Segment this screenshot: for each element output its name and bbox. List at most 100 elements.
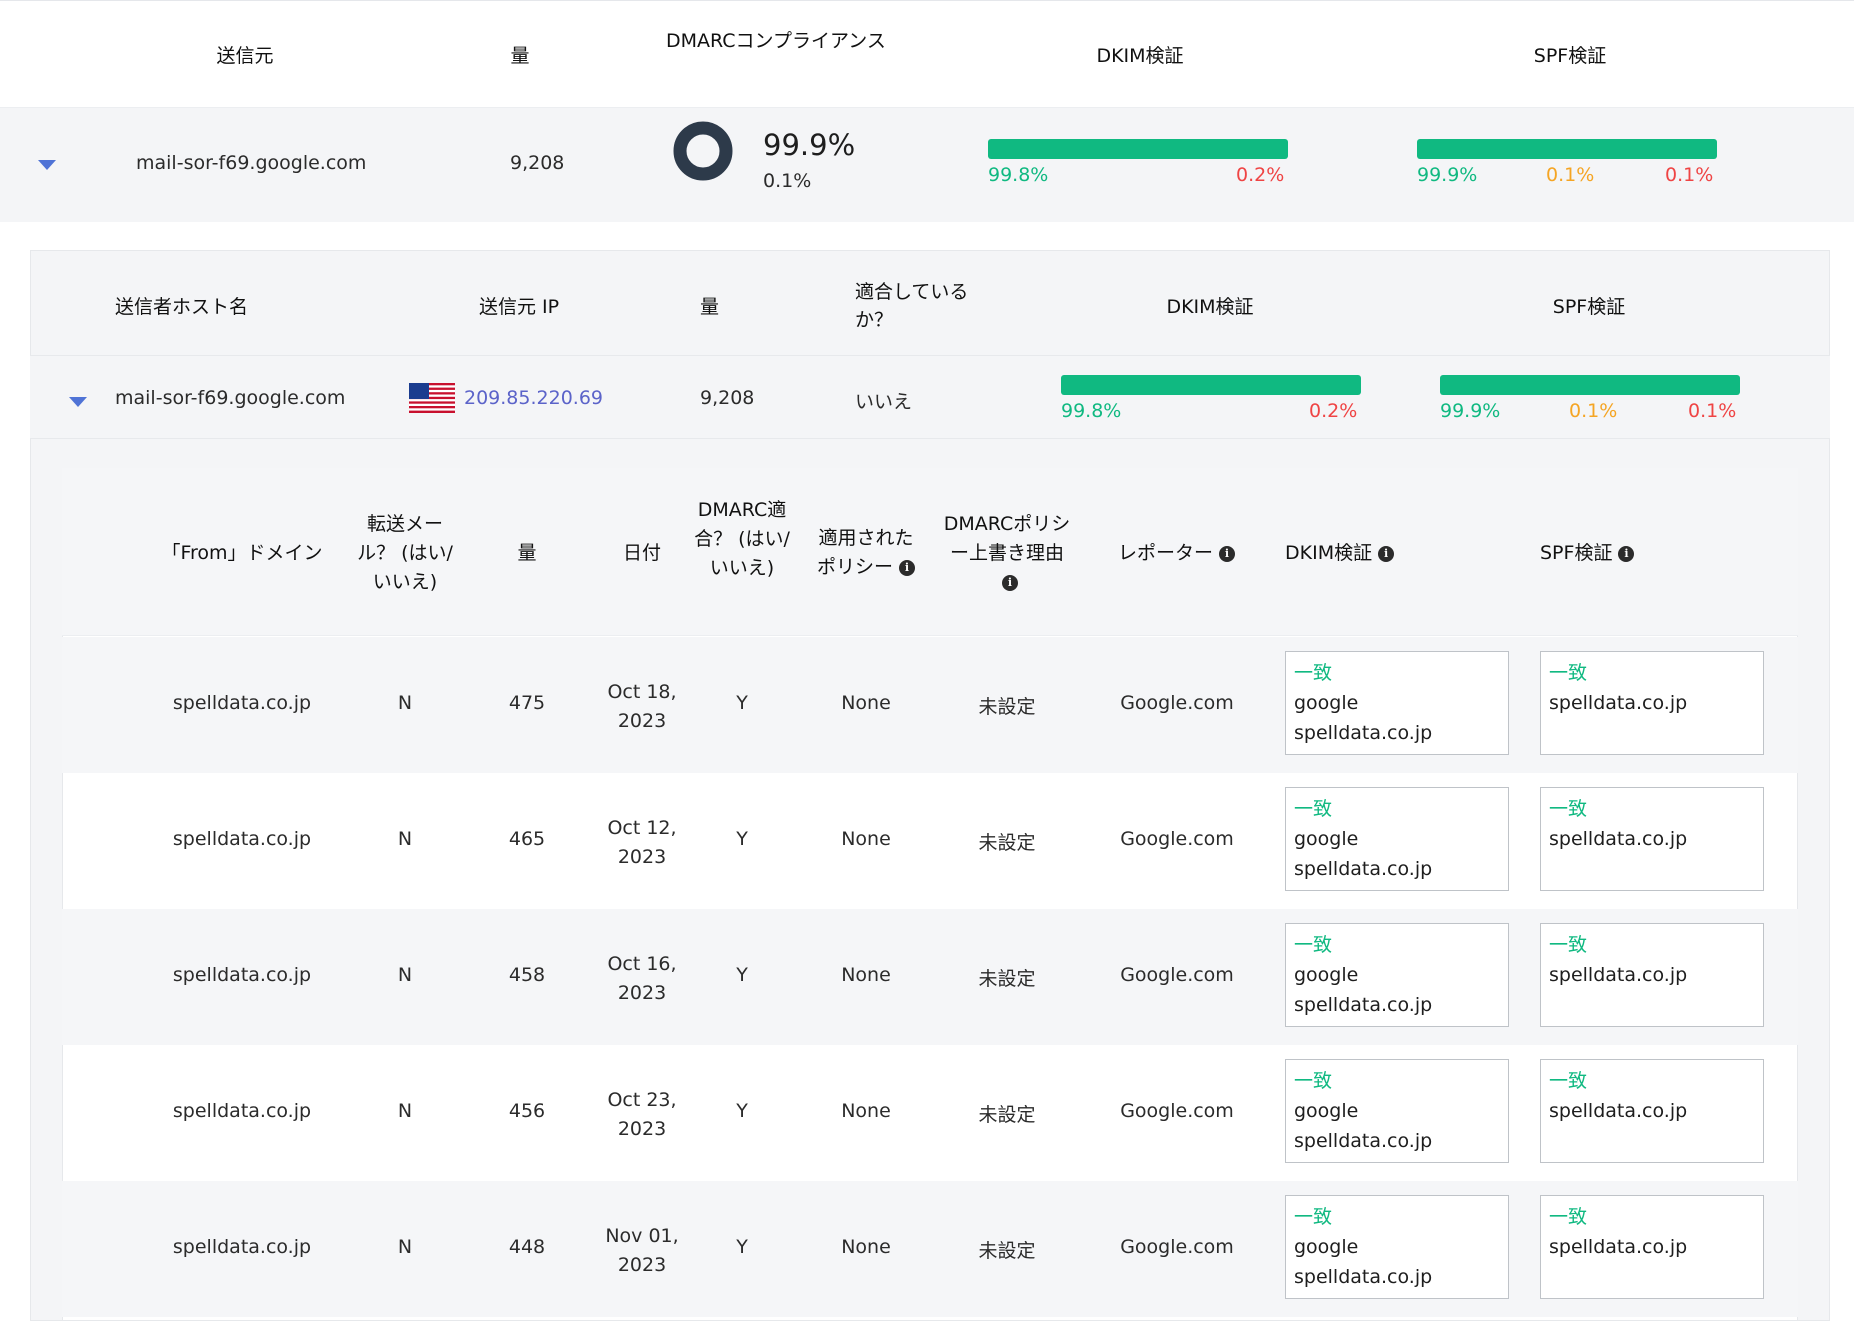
table-row[interactable]: spelldata.co.jp N 458 Oct 16, 2023 Y None 未設定 G… — [62, 909, 1798, 1045]
spf-warn-percent: 0.1% — [1569, 400, 1618, 422]
header-forwarded[interactable]: 転送メール？ (はい/いいえ) — [350, 510, 460, 597]
applied-policy: None — [841, 692, 891, 714]
spf-alignment-box: 一致 spelldata.co.jp — [1540, 1059, 1764, 1163]
header-dmarc-compliant[interactable]: DMARC適合？ (はい/いいえ) — [692, 496, 792, 583]
source-table-header: 送信元 量 DMARCコンプライアンス DKIM検証 SPF検証 — [0, 0, 1854, 108]
dmarc-compliant: Y — [736, 828, 748, 850]
reporter: Google.com — [1120, 828, 1234, 850]
header-dmarc-compliance[interactable]: DMARCコンプライアンス — [666, 27, 896, 55]
caret-down-icon[interactable] — [69, 397, 87, 407]
from-domain: spelldata.co.jp — [172, 692, 312, 714]
dkim-aligned-tag: 一致 — [1294, 934, 1333, 956]
volume: 456 — [508, 1100, 546, 1122]
header-applied-policy[interactable]: 適用されたポリシー i — [814, 524, 918, 582]
spf-progress-bar — [1440, 375, 1740, 395]
spf-domain: spelldata.co.jp — [1549, 964, 1688, 986]
date: Oct 16, 2023 — [607, 953, 677, 1004]
host-hostname: mail-sor-f69.google.com — [115, 387, 346, 409]
source-hostname: mail-sor-f69.google.com — [136, 152, 367, 174]
record-table-header: 「From」ドメイン 転送メール？ (はい/いいえ) 量 日付 DMARC適合？… — [62, 468, 1798, 636]
volume: 448 — [508, 1236, 546, 1258]
info-icon[interactable]: i — [1219, 545, 1236, 562]
reporter: Google.com — [1120, 964, 1234, 986]
header-volume[interactable]: 量 — [700, 292, 740, 319]
source-row[interactable]: mail-sor-f69.google.com 9,208 99.9% 0.1%… — [0, 108, 1854, 222]
dkim-domain: google — [1294, 1236, 1359, 1258]
donut-pass-arc — [673, 121, 733, 181]
header-volume[interactable]: 量 — [490, 41, 550, 68]
dmarc-compliant: Y — [736, 1100, 748, 1122]
dkim-alignment-box: 一致 google spelldata.co.jp — [1285, 787, 1509, 891]
dkim-alignment-box: 一致 google spelldata.co.jp — [1285, 923, 1509, 1027]
dkim-domain: google — [1294, 964, 1359, 986]
source-ip-link[interactable]: 209.85.220.69 — [464, 387, 603, 409]
header-compliant[interactable]: 適合している か？ — [855, 278, 985, 334]
info-icon[interactable]: i — [899, 559, 915, 576]
table-row[interactable]: spelldata.co.jp N 448 Nov 01, 2023 Y None 未設定 G… — [62, 1181, 1798, 1317]
from-domain: spelldata.co.jp — [172, 1236, 312, 1258]
override-reason: 未設定 — [978, 1104, 1036, 1126]
header-source-ip[interactable]: 送信元 IP — [479, 292, 599, 319]
volume: 475 — [508, 692, 546, 714]
header-spf[interactable]: SPF検証 i — [1540, 538, 1680, 565]
spf-aligned-tag: 一致 — [1549, 1070, 1588, 1092]
host-volume: 9,208 — [700, 387, 755, 409]
host-table-header: 送信者ホスト名 送信元 IP 量 適合している か？ DKIM検証 SPF検証 — [30, 250, 1830, 355]
caret-down-icon[interactable] — [38, 160, 56, 170]
dkim-aligned-tag: 一致 — [1294, 1070, 1333, 1092]
override-reason: 未設定 — [978, 832, 1036, 854]
dkim-domain: spelldata.co.jp — [1294, 994, 1433, 1016]
header-override-reason[interactable]: DMARCポリシー上書き理由i — [942, 510, 1072, 597]
info-icon[interactable]: i — [1618, 545, 1635, 562]
dmarc-compliant: Y — [736, 692, 748, 714]
spf-progress-bar — [1417, 139, 1717, 159]
info-icon[interactable]: i — [1378, 545, 1395, 562]
forwarded: N — [397, 964, 413, 986]
dkim-aligned-tag: 一致 — [1294, 798, 1333, 820]
override-reason: 未設定 — [978, 968, 1036, 990]
volume: 465 — [508, 828, 546, 850]
spf-alignment-box: 一致 spelldata.co.jp — [1540, 1195, 1764, 1299]
header-spf[interactable]: SPF検証 — [1500, 41, 1640, 68]
header-from-domain[interactable]: 「From」ドメイン — [142, 538, 342, 565]
table-row[interactable]: spelldata.co.jp N 465 Oct 12, 2023 Y None 未設定 G… — [62, 773, 1798, 909]
header-spf[interactable]: SPF検証 — [1519, 292, 1659, 319]
spf-alignment-box: 一致 spelldata.co.jp — [1540, 787, 1764, 891]
date: Oct 18, 2023 — [607, 681, 677, 732]
spf-alignment-box: 一致 spelldata.co.jp — [1540, 923, 1764, 1027]
header-hostname[interactable]: 送信者ホスト名 — [115, 292, 335, 319]
date: Nov 01, 2023 — [605, 1225, 679, 1276]
spf-pass-percent: 99.9% — [1417, 164, 1478, 186]
header-dkim[interactable]: DKIM検証 — [1070, 41, 1210, 68]
applied-policy: None — [841, 964, 891, 986]
dmarc-compliant: Y — [736, 964, 748, 986]
forwarded: N — [397, 1100, 413, 1122]
compliance-donut-chart — [673, 121, 733, 181]
spf-alignment-box: 一致 spelldata.co.jp — [1540, 651, 1764, 755]
applied-policy: None — [841, 1236, 891, 1258]
spf-pass-percent: 99.9% — [1440, 400, 1501, 422]
dkim-domain: google — [1294, 1100, 1359, 1122]
header-source[interactable]: 送信元 — [160, 41, 330, 68]
header-volume[interactable]: 量 — [502, 538, 552, 565]
spf-aligned-tag: 一致 — [1549, 1206, 1588, 1228]
header-dkim[interactable]: DKIM検証 — [1140, 292, 1280, 319]
dkim-aligned-tag: 一致 — [1294, 662, 1333, 684]
header-dkim[interactable]: DKIM検証 i — [1285, 538, 1425, 565]
info-icon[interactable]: i — [1002, 574, 1018, 591]
table-row[interactable]: spelldata.co.jp N 475 Oct 18, 2023 Y None 未設定 G… — [62, 637, 1798, 773]
table-row[interactable]: spelldata.co.jp N 456 Oct 23, 2023 Y None 未設定 G… — [62, 1045, 1798, 1181]
dkim-aligned-tag: 一致 — [1294, 1206, 1333, 1228]
header-date[interactable]: 日付 — [602, 538, 682, 565]
reporter: Google.com — [1120, 1100, 1234, 1122]
date: Oct 12, 2023 — [607, 817, 677, 868]
spf-fail-percent: 0.1% — [1688, 400, 1737, 422]
spf-warn-percent: 0.1% — [1546, 164, 1595, 186]
dkim-alignment-box: 一致 google spelldata.co.jp — [1285, 1195, 1509, 1299]
dkim-fail-percent: 0.2% — [1236, 164, 1285, 186]
from-domain: spelldata.co.jp — [172, 964, 312, 986]
host-row[interactable]: mail-sor-f69.google.com 209.85.220.69 9,… — [30, 355, 1830, 439]
header-reporter[interactable]: レポーター i — [1118, 538, 1258, 565]
spf-domain: spelldata.co.jp — [1549, 692, 1688, 714]
override-reason: 未設定 — [978, 696, 1036, 718]
